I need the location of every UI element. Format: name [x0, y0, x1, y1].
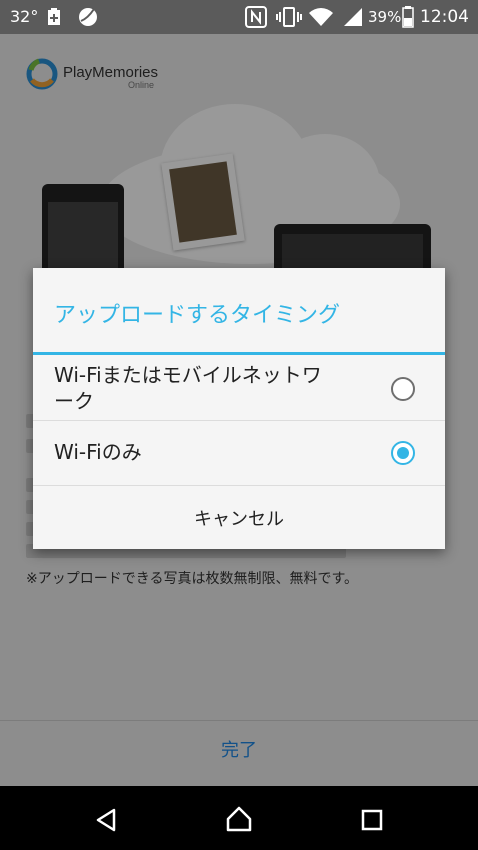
recents-icon[interactable]	[361, 809, 383, 831]
wifi-icon	[309, 8, 333, 26]
navigation-bar	[0, 786, 478, 850]
vibrate-icon	[276, 7, 302, 27]
option-wifi-or-mobile[interactable]: Wi-Fiまたはモバイルネットワ ーク	[33, 356, 445, 420]
option-label: Wi-Fiのみ	[54, 440, 142, 464]
clock: 12:04	[420, 7, 469, 27]
dialog-title-divider	[33, 352, 445, 355]
battery-percent: 39%	[368, 8, 402, 26]
cancel-button[interactable]: キャンセル	[33, 505, 445, 531]
globe-icon	[79, 8, 97, 26]
signal-icon	[344, 8, 362, 26]
battery-icon	[402, 6, 414, 28]
option-divider	[33, 485, 445, 486]
status-bar: 32° 39% 12:04	[0, 0, 478, 34]
home-icon[interactable]	[226, 806, 252, 832]
temperature-text: 32°	[10, 7, 39, 26]
dialog-title: アップロードするタイミング	[54, 303, 341, 328]
radio-button-unchecked[interactable]	[391, 377, 415, 401]
option-label-line1: Wi-Fiまたはモバイルネットワ	[54, 363, 322, 387]
radio-button-checked[interactable]	[391, 441, 415, 465]
nfc-icon	[245, 6, 267, 28]
back-icon[interactable]	[94, 808, 118, 832]
option-label-line2: ーク	[54, 389, 94, 413]
upload-timing-dialog: アップロードするタイミング Wi-Fiまたはモバイルネットワ ーク Wi-Fiの…	[33, 268, 445, 549]
option-wifi-only[interactable]: Wi-Fiのみ	[33, 421, 445, 485]
battery-plus-icon	[48, 8, 60, 25]
